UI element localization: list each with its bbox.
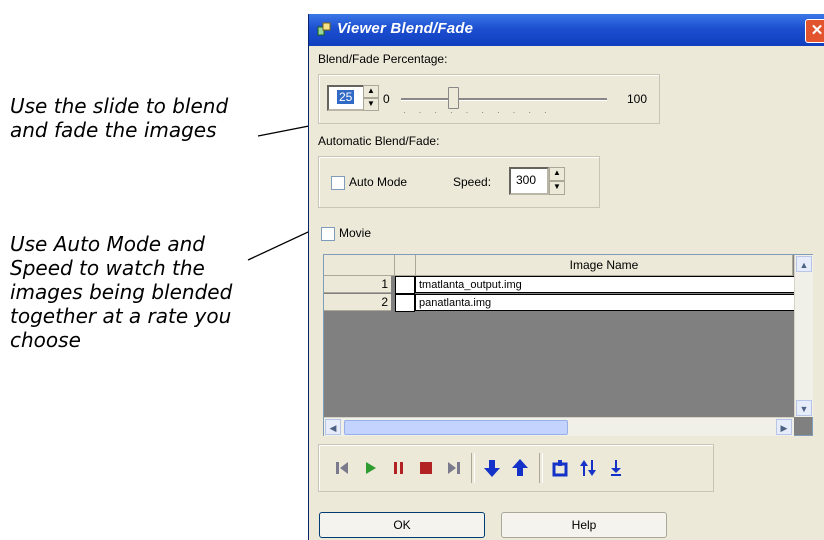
row-number[interactable]: 1 <box>324 276 391 293</box>
automatic-blend-label: Automatic Blend/Fade: <box>318 134 440 148</box>
row-number[interactable]: 2 <box>324 294 391 311</box>
window-title: Viewer Blend/Fade <box>337 20 474 37</box>
annotation-auto-mode: Use Auto Mode and Speed to watch the ima… <box>10 232 233 352</box>
row-checkbox[interactable] <box>395 294 415 312</box>
speed-field[interactable]: 300 <box>509 167 549 195</box>
blend-percentage-field[interactable]: 25 <box>327 85 365 111</box>
blend-percentage-stepper[interactable]: ▲ ▼ <box>363 85 379 111</box>
scroll-down-icon[interactable]: ▼ <box>796 400 812 416</box>
toolbar-separator <box>471 453 475 483</box>
reset-icon[interactable] <box>549 457 571 479</box>
movie-checkbox[interactable] <box>321 227 335 241</box>
speed-down-icon[interactable]: ▼ <box>549 181 565 195</box>
blend-slider-thumb[interactable] <box>447 87 459 109</box>
app-icon <box>317 22 331 36</box>
speed-up-icon[interactable]: ▲ <box>549 167 565 181</box>
ok-button[interactable]: OK <box>319 512 485 538</box>
vertical-scrollbar[interactable]: ▲ ▼ <box>794 255 813 417</box>
scroll-right-icon[interactable]: ▶ <box>776 419 792 435</box>
playback-toolbar <box>318 444 714 492</box>
slider-max-label: 100 <box>627 92 648 106</box>
image-name-header[interactable]: Image Name <box>416 255 793 276</box>
skip-start-icon[interactable] <box>331 457 353 479</box>
row-number-header <box>324 255 395 276</box>
skip-end-icon[interactable] <box>443 457 465 479</box>
spin-down-icon[interactable]: ▼ <box>363 98 379 111</box>
pause-icon[interactable] <box>387 457 409 479</box>
spin-up-icon[interactable]: ▲ <box>363 85 379 98</box>
slider-min-label: 0 <box>383 92 390 106</box>
auto-mode-label: Auto Mode <box>349 175 408 189</box>
blend-fade-label: Blend/Fade Percentage: <box>318 52 448 66</box>
bottom-icon[interactable] <box>605 457 627 479</box>
speed-stepper[interactable]: ▲ ▼ <box>549 167 565 195</box>
viewer-blend-fade-dialog: Viewer Blend/Fade ✕ Blend/Fade Percentag… <box>308 14 824 540</box>
image-table: Image Name 1 tmatlanta_output.img 2 pana… <box>323 254 813 436</box>
toolbar-separator <box>539 453 543 483</box>
help-button[interactable]: Help <box>501 512 667 538</box>
close-button[interactable]: ✕ <box>805 19 824 43</box>
play-icon[interactable] <box>359 457 381 479</box>
speed-label: Speed: <box>453 175 492 189</box>
horizontal-scroll-thumb[interactable] <box>344 420 568 435</box>
image-name-cell[interactable]: panatlanta.img <box>415 294 795 311</box>
movie-label: Movie <box>339 226 372 240</box>
title-bar[interactable]: Viewer Blend/Fade ✕ <box>309 14 824 46</box>
automatic-blend-group: Auto Mode Speed: 300 ▲ ▼ <box>318 156 600 208</box>
scroll-up-icon[interactable]: ▲ <box>796 256 812 272</box>
row-checkbox[interactable] <box>395 276 415 294</box>
blend-percentage-value: 25 <box>337 90 355 104</box>
check-column-header <box>395 255 416 276</box>
speed-value: 300 <box>516 173 537 187</box>
move-up-icon[interactable] <box>509 457 531 479</box>
auto-mode-checkbox[interactable] <box>331 176 345 190</box>
blend-fade-group: 25 ▲ ▼ 0 ·········· 100 <box>318 74 660 124</box>
scroll-left-icon[interactable]: ◀ <box>325 419 341 435</box>
image-name-cell[interactable]: tmatlanta_output.img <box>415 276 795 293</box>
blend-slider-track[interactable] <box>401 98 607 101</box>
slider-ticks: ·········· <box>403 108 560 117</box>
swap-icon[interactable] <box>577 457 599 479</box>
move-down-icon[interactable] <box>481 457 503 479</box>
annotation-slide: Use the slide to blend and fade the imag… <box>10 94 229 142</box>
stop-icon[interactable] <box>415 457 437 479</box>
horizontal-scrollbar[interactable]: ◀ ▶ <box>324 417 794 436</box>
